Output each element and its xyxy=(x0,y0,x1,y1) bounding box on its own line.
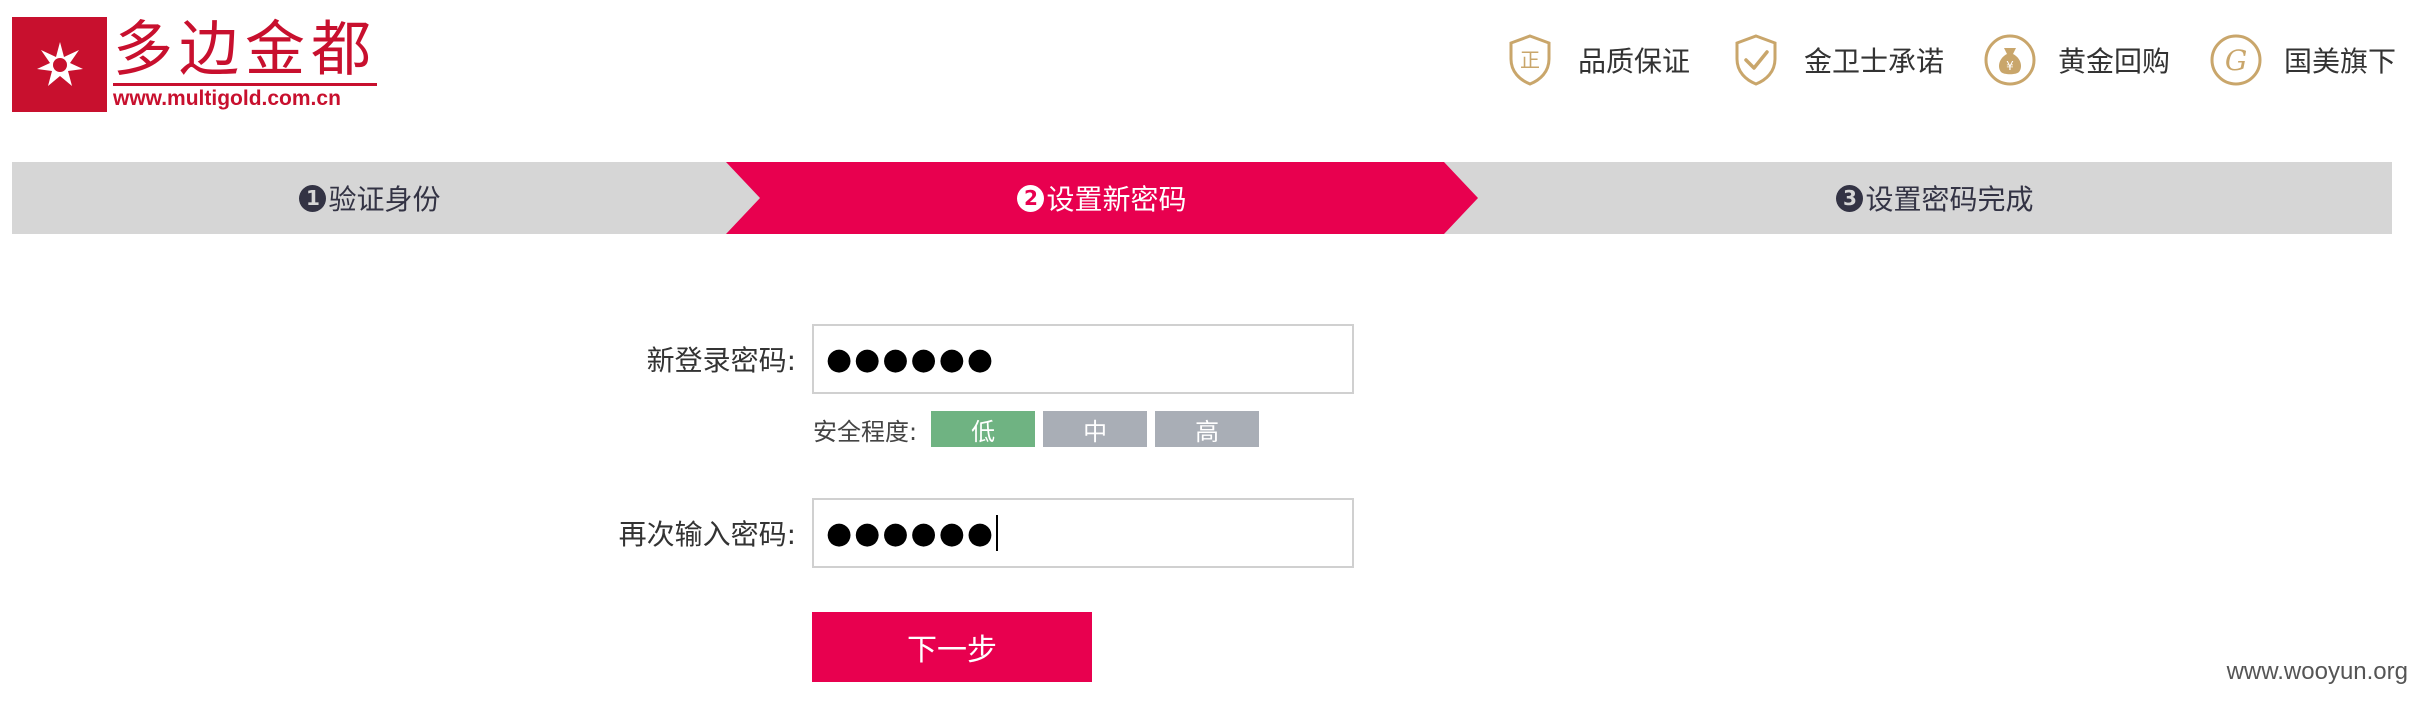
svg-text:¥: ¥ xyxy=(2006,59,2014,73)
step-number: 1 xyxy=(299,184,327,212)
step-number: 3 xyxy=(1836,184,1864,212)
step-label: 验证身份 xyxy=(328,183,441,216)
text-cursor xyxy=(996,515,999,551)
step-label: 设置密码完成 xyxy=(1865,183,2034,216)
logo-url: www.multigold.com.cn xyxy=(113,83,377,112)
svg-text:正: 正 xyxy=(1520,48,1540,72)
new-password-row: 新登录密码: ●●●●●● xyxy=(392,324,1354,394)
step-complete: 3 设置密码完成 xyxy=(1478,162,2392,234)
promise-label: 金卫士承诺 xyxy=(1803,45,1944,78)
strength-high: 高 xyxy=(1155,411,1260,447)
promise-label: 黄金回购 xyxy=(2057,45,2170,78)
confirm-password-label: 再次输入密码: xyxy=(618,518,796,551)
promise-label: 品质保证 xyxy=(1577,45,1690,78)
logo-star-icon xyxy=(12,17,107,112)
promise-quality[interactable]: 正 品质保证 xyxy=(1502,32,1690,88)
step-progress-bar: 1 验证身份 2 设置新密码 3 设置密码完成 xyxy=(12,162,2392,234)
svg-text:G: G xyxy=(2225,44,2247,77)
strength-low: 低 xyxy=(931,411,1036,447)
service-promises: 正 品质保证 金卫士承诺 ¥ 黄金回购 G 国美旗下 xyxy=(1464,30,2396,90)
promise-label: 国美旗下 xyxy=(2283,45,2396,78)
step-label: 设置新密码 xyxy=(1046,183,1187,216)
step-number: 2 xyxy=(1017,184,1045,212)
confirm-password-input[interactable]: ●●●●●● xyxy=(812,498,1354,568)
money-bag-icon: ¥ xyxy=(1982,32,2038,88)
gome-g-icon: G xyxy=(2208,32,2264,88)
new-password-value: ●●●●●● xyxy=(826,341,996,377)
strength-medium: 中 xyxy=(1043,411,1148,447)
confirm-password-value: ●●●●●● xyxy=(826,515,996,551)
new-password-input[interactable]: ●●●●●● xyxy=(812,324,1354,394)
password-strength-meter: 安全程度: 低 中 高 xyxy=(813,410,1267,448)
strength-label: 安全程度: xyxy=(813,417,918,446)
logo-chinese-name: 多边金都 xyxy=(113,15,377,85)
next-step-button[interactable]: 下一步 xyxy=(812,612,1092,682)
confirm-password-row: 再次输入密码: ●●●●●● xyxy=(392,498,1354,568)
promise-guard[interactable]: 金卫士承诺 xyxy=(1728,32,1944,88)
promise-buyback[interactable]: ¥ 黄金回购 xyxy=(1982,32,2170,88)
step-verify-identity: 1 验证身份 xyxy=(12,162,728,234)
shield-check-icon xyxy=(1728,32,1784,88)
promise-gome[interactable]: G 国美旗下 xyxy=(2208,32,2396,88)
step-set-new-password: 2 设置新密码 xyxy=(726,162,1478,234)
watermark: www.wooyun.org xyxy=(2226,658,2408,685)
site-logo[interactable]: 多边金都 www.multigold.com.cn xyxy=(12,17,377,115)
shield-zheng-icon: 正 xyxy=(1502,32,1558,88)
new-password-label: 新登录密码: xyxy=(646,344,796,377)
